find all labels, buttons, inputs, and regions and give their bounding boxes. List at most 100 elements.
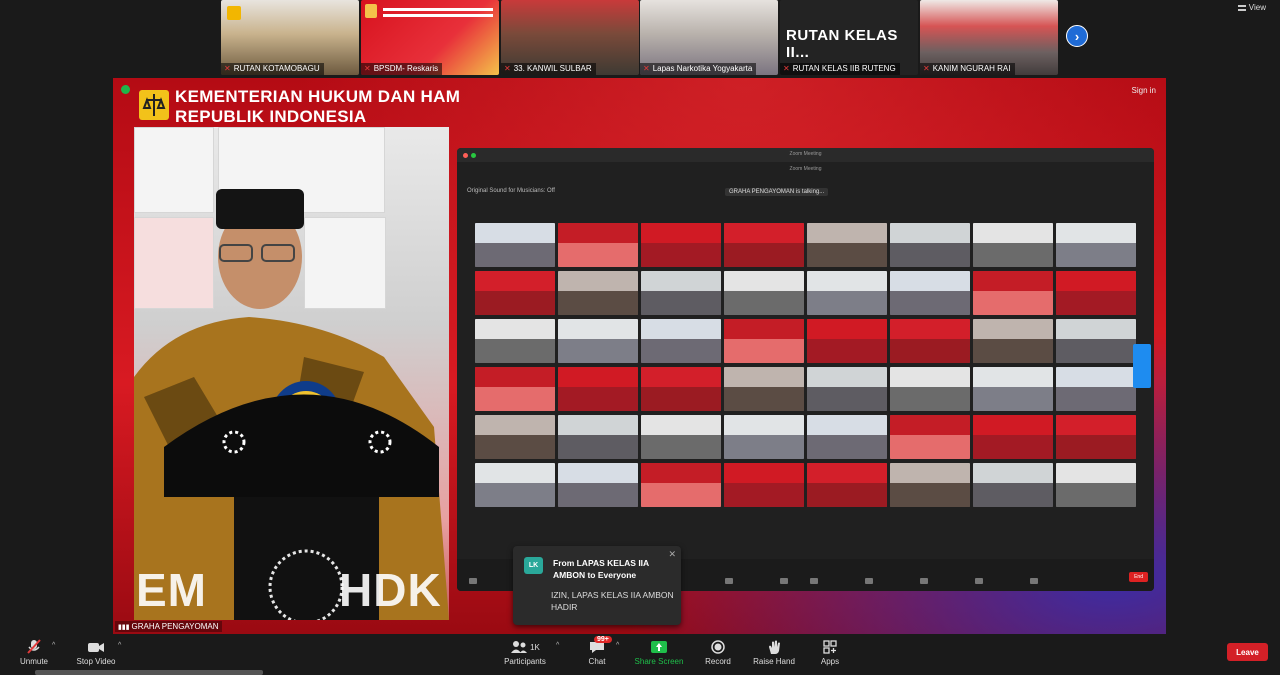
shared-participant-tile xyxy=(973,367,1053,411)
shared-participant-tile xyxy=(890,367,970,411)
thumb-label: KANIM NGURAH RAI xyxy=(932,64,1011,73)
shared-participant-tile xyxy=(558,463,638,507)
grid-icon xyxy=(1237,4,1246,11)
shared-participant-tile xyxy=(973,415,1053,459)
mic-muted-icon: ✕ xyxy=(224,64,231,73)
shared-participant-tile xyxy=(807,463,887,507)
shared-participant-tile xyxy=(724,223,804,267)
shared-toolbar-icon xyxy=(857,578,881,586)
shared-subtitle: Zoom Meeting xyxy=(789,166,822,172)
mic-muted-icon: ✕ xyxy=(504,64,511,73)
chat-notification[interactable]: LK From LAPAS KELAS IIA AMBON to Everyon… xyxy=(513,546,681,625)
encryption-shield-icon[interactable] xyxy=(121,85,130,94)
chevron-right-icon: › xyxy=(1074,28,1080,44)
mic-muted-icon: ✕ xyxy=(923,64,930,73)
thumb-label: 33. KANWIL SULBAR xyxy=(513,64,592,73)
shared-toolbar-icon xyxy=(772,578,796,586)
leave-button[interactable]: Leave xyxy=(1227,643,1268,661)
participant-thumb[interactable]: RUTAN KELAS II... ✕ RUTAN KELAS IIB RUTEN… xyxy=(780,0,918,75)
view-button[interactable]: View xyxy=(1237,3,1266,12)
sender-avatar: LK xyxy=(524,557,543,574)
raise-hand-icon xyxy=(769,640,780,654)
participants-button[interactable]: 1K Participants xyxy=(500,639,550,666)
participant-thumb[interactable]: ✕ BPSDM- Reskaris xyxy=(361,0,499,75)
sign-in-link[interactable]: Sign in xyxy=(1132,86,1156,95)
thumb-label: RUTAN KOTAMOBAGU xyxy=(233,64,320,73)
thumb-label: Lapas Narkotika Yogyakarta xyxy=(652,64,753,73)
talking-indicator: GRAHA PENGAYOMAN is talking... xyxy=(725,188,829,196)
shared-participant-tile xyxy=(558,415,638,459)
shared-participant-tile xyxy=(807,271,887,315)
org-title: KEMENTERIAN HUKUM DAN HAM xyxy=(175,87,461,106)
stop-video-button[interactable]: Stop Video xyxy=(72,639,120,666)
shared-participant-tile xyxy=(724,319,804,363)
mic-muted-icon: ✕ xyxy=(643,64,650,73)
shared-participant-grid xyxy=(475,223,1136,507)
unmute-button[interactable]: Unmute xyxy=(14,639,54,666)
thumb-label: RUTAN KELAS IIB RUTENG xyxy=(792,64,896,73)
chat-message: IZIN, LAPAS KELAS IIA AMBON HADIR xyxy=(551,590,674,612)
next-page-button[interactable]: › xyxy=(1066,25,1088,47)
speaker-video: EM HDK xyxy=(134,127,449,620)
shared-toolbar-icon xyxy=(717,578,741,586)
video-options-caret[interactable]: ^ xyxy=(118,642,121,649)
shared-participant-tile xyxy=(1056,367,1136,411)
shared-participant-tile xyxy=(475,463,555,507)
shared-participant-tile xyxy=(807,367,887,411)
audio-options-caret[interactable]: ^ xyxy=(52,642,55,649)
record-button[interactable]: Record xyxy=(703,639,733,666)
org-subtitle: REPUBLIK INDONESIA xyxy=(175,107,367,126)
signal-bars-icon: ▮▮▮ xyxy=(118,624,132,631)
video-camera-icon xyxy=(72,639,120,655)
share-screen-icon xyxy=(651,641,667,653)
shared-participant-tile xyxy=(724,415,804,459)
shared-participant-tile xyxy=(890,271,970,315)
participant-thumb[interactable]: ✕ KANIM NGURAH RAI xyxy=(920,0,1058,75)
shared-participant-tile xyxy=(558,271,638,315)
shared-participant-tile xyxy=(1056,415,1136,459)
ministry-logo xyxy=(139,90,169,120)
shared-participant-tile xyxy=(1056,319,1136,363)
shared-participant-tile xyxy=(641,463,721,507)
apps-icon xyxy=(823,640,837,654)
shared-toolbar-icon xyxy=(967,578,991,586)
shared-participant-tile xyxy=(724,271,804,315)
shared-participant-tile xyxy=(475,271,555,315)
view-label: View xyxy=(1248,3,1266,12)
taskbar-segment xyxy=(35,670,263,675)
gallery-strip: ✕ RUTAN KOTAMOBAGU ✕ BPSDM- Reskaris ✕ 33. … xyxy=(0,0,1280,78)
chat-badge: 99+ xyxy=(594,636,612,643)
mic-muted-icon xyxy=(14,639,54,655)
shared-participant-tile xyxy=(807,223,887,267)
participant-thumb[interactable]: ✕ Lapas Narkotika Yogyakarta xyxy=(640,0,778,75)
shared-title: Zoom Meeting xyxy=(789,151,822,157)
shared-toolbar-icon xyxy=(912,578,936,586)
participants-options-caret[interactable]: ^ xyxy=(556,642,559,649)
backdrop-text: HDK xyxy=(339,564,442,616)
chat-options-caret[interactable]: ^ xyxy=(616,642,619,649)
participant-thumb[interactable]: ✕ RUTAN KOTAMOBAGU xyxy=(221,0,359,75)
chat-sender: From LAPAS KELAS IIA AMBON to Everyone xyxy=(553,558,649,580)
shared-participant-tile xyxy=(641,415,721,459)
close-icon[interactable]: ✕ xyxy=(668,549,676,560)
shared-participant-tile xyxy=(558,367,638,411)
shared-toolbar-icon xyxy=(1022,578,1046,586)
shared-toolbar-icon xyxy=(802,578,826,586)
share-screen-button[interactable]: Share Screen xyxy=(632,639,686,666)
shared-participant-tile xyxy=(558,223,638,267)
shared-participant-tile xyxy=(890,415,970,459)
speaker-name-label: ▮▮▮ GRAHA PENGAYOMAN xyxy=(115,621,222,632)
meeting-controls: Unmute ^ Stop Video ^ 1K Participants ^ … xyxy=(0,634,1280,675)
apps-button[interactable]: Apps xyxy=(815,639,845,666)
raise-hand-button[interactable]: Raise Hand xyxy=(752,639,796,666)
shared-participant-tile xyxy=(890,223,970,267)
backdrop-text: EM xyxy=(136,564,207,616)
shared-toolbar-icon xyxy=(461,578,485,586)
shared-participant-tile xyxy=(1056,271,1136,315)
chat-button[interactable]: 99+ Chat xyxy=(582,636,612,666)
shared-participant-tile xyxy=(641,223,721,267)
shared-participant-tile xyxy=(641,367,721,411)
shared-participant-tile xyxy=(1056,223,1136,267)
participant-thumb[interactable]: ✕ 33. KANWIL SULBAR xyxy=(501,0,639,75)
shared-participant-tile xyxy=(475,319,555,363)
